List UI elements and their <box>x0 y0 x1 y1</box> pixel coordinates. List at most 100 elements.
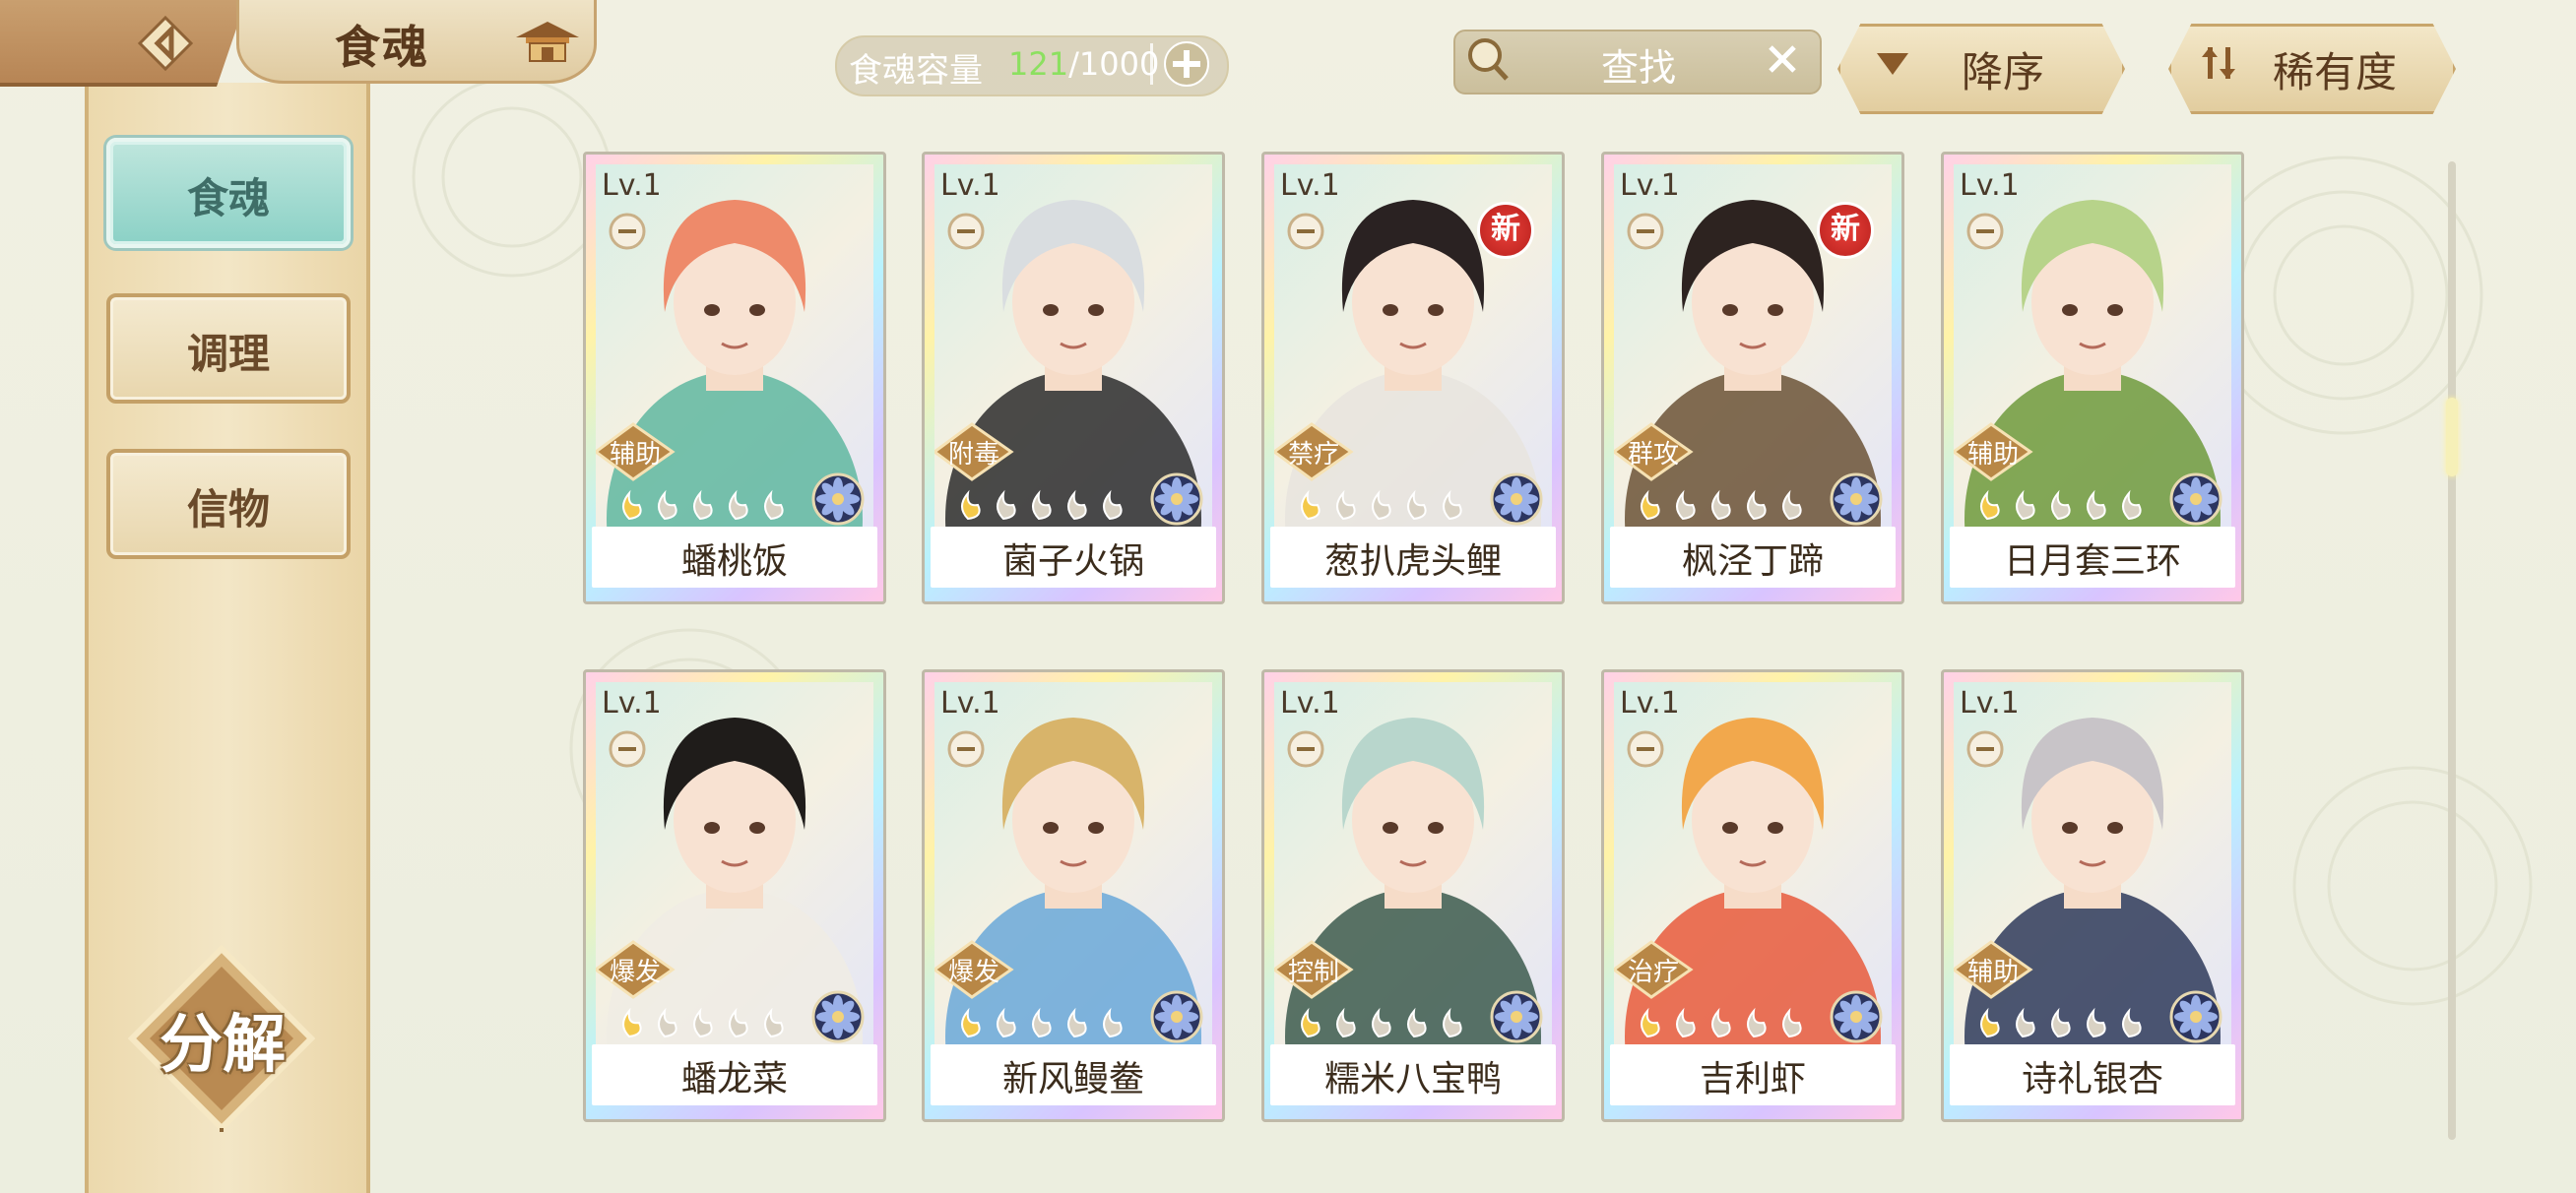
element-emblem-icon <box>2169 990 2222 1043</box>
sort-field-label: 稀有度 <box>2273 48 2398 96</box>
new-badge: 新 <box>1477 202 1534 259</box>
element-emblem-icon <box>1150 472 1203 526</box>
element-emblem-icon <box>1830 990 1883 1043</box>
character-card[interactable]: Lv.1 辅助 日月套三环 <box>1941 152 2244 604</box>
capacity-value: 121/1000 <box>1008 45 1159 83</box>
character-card[interactable]: Lv.1 治疗 吉利虾 <box>1601 669 1904 1122</box>
card-level: Lv.1 <box>1960 686 2020 721</box>
lock-badge-icon[interactable] <box>1626 729 1665 769</box>
home-pavilion-icon[interactable] <box>512 16 583 67</box>
star-rating-icon <box>961 1007 1123 1038</box>
page-title: 食魂 <box>335 21 429 74</box>
lock-badge-icon[interactable] <box>608 212 647 251</box>
star-rating-icon <box>961 489 1123 521</box>
add-capacity-button[interactable] <box>1162 39 1211 89</box>
card-portrait-frame: Lv.1 控制 <box>1274 682 1552 1044</box>
lock-badge-icon[interactable] <box>1626 212 1665 251</box>
sort-descending-icon <box>1877 53 1908 75</box>
lock-badge-icon[interactable] <box>1286 212 1325 251</box>
sort-toggle-icon <box>2202 47 2235 79</box>
sort-order-label: 降序 <box>1962 48 2045 96</box>
character-card[interactable]: Lv.1 控制 糯米八宝鸭 <box>1261 669 1565 1122</box>
capacity-divider <box>1150 43 1153 85</box>
card-level: Lv.1 <box>602 168 662 203</box>
search-placeholder: 查找 <box>1601 46 1677 90</box>
card-level: Lv.1 <box>602 686 662 721</box>
lock-badge-icon[interactable] <box>608 729 647 769</box>
lock-badge-icon[interactable] <box>946 212 986 251</box>
element-emblem-icon <box>811 990 865 1043</box>
star-rating-icon <box>1301 1007 1462 1038</box>
card-name: 吉利虾 <box>1699 1059 1806 1099</box>
capacity-total: /1000 <box>1068 45 1160 83</box>
card-level: Lv.1 <box>940 686 1000 721</box>
card-role: 禁疗 <box>1287 440 1339 470</box>
scrollbar-thumb[interactable] <box>2446 398 2458 476</box>
card-portrait-frame: Lv.1 辅助 <box>596 164 873 527</box>
star-rating-icon <box>1980 489 2142 521</box>
card-portrait-frame: Lv.1 辅助 <box>1954 164 2231 527</box>
card-role: 控制 <box>1287 958 1339 987</box>
tab-label: 食魂 <box>186 174 270 222</box>
card-portrait-frame: Lv.1 新 群攻 <box>1614 164 1892 527</box>
card-name: 糯米八宝鸭 <box>1323 1059 1502 1099</box>
card-portrait-frame: Lv.1 辅助 <box>1954 682 2231 1044</box>
card-role: 爆发 <box>609 958 661 987</box>
card-name: 菌子火锅 <box>1001 541 1144 582</box>
scrollbar-track[interactable] <box>2448 161 2456 1140</box>
card-role: 辅助 <box>609 440 661 470</box>
card-name: 新风鳗鲞 <box>1001 1059 1144 1099</box>
card-portrait-frame: Lv.1 爆发 <box>596 682 873 1044</box>
star-rating-icon <box>1641 1007 1802 1038</box>
capacity-label: 食魂容量 <box>849 51 983 91</box>
card-portrait-frame: Lv.1 治疗 <box>1614 682 1892 1044</box>
card-level: Lv.1 <box>1280 686 1340 721</box>
tab-conditioning[interactable]: 调理 <box>106 293 351 404</box>
card-name: 枫泾丁蹄 <box>1681 541 1824 582</box>
header-back-plate <box>0 0 246 87</box>
character-card[interactable]: Lv.1 辅助 蟠桃饭 <box>583 152 886 604</box>
lock-badge-icon[interactable] <box>1965 729 2005 769</box>
search-icon <box>1468 38 1509 81</box>
card-portrait-frame: Lv.1 附毒 <box>934 164 1212 527</box>
card-level: Lv.1 <box>1280 168 1340 203</box>
tab-tokens[interactable]: 信物 <box>106 449 351 559</box>
character-card[interactable]: Lv.1 爆发 新风鳗鲞 <box>922 669 1225 1122</box>
lock-badge-icon[interactable] <box>946 729 986 769</box>
clear-search-icon[interactable] <box>1763 39 1802 79</box>
lock-badge-icon[interactable] <box>1965 212 2005 251</box>
lock-badge-icon[interactable] <box>1286 729 1325 769</box>
card-portrait-frame: Lv.1 爆发 <box>934 682 1212 1044</box>
star-rating-icon <box>1301 489 1462 521</box>
card-name: 蟠龙菜 <box>680 1059 788 1099</box>
character-card[interactable]: Lv.1 新 禁疗 葱扒虎头鲤 <box>1261 152 1565 604</box>
character-card[interactable]: Lv.1 辅助 诗礼银杏 <box>1941 669 2244 1122</box>
element-emblem-icon <box>2169 472 2222 526</box>
tab-food-soul[interactable]: 食魂 <box>106 138 351 248</box>
card-level: Lv.1 <box>940 168 1000 203</box>
card-name: 诗礼银杏 <box>2021 1059 2163 1099</box>
card-name: 蟠桃饭 <box>680 541 788 582</box>
card-name: 日月套三环 <box>2003 541 2181 582</box>
character-card[interactable]: Lv.1 爆发 蟠龙菜 <box>583 669 886 1122</box>
back-arrow-icon[interactable] <box>136 14 195 73</box>
element-emblem-icon <box>1150 990 1203 1043</box>
element-emblem-icon <box>1830 472 1883 526</box>
card-level: Lv.1 <box>1960 168 2020 203</box>
star-rating-icon <box>622 489 784 521</box>
card-level: Lv.1 <box>1620 686 1680 721</box>
card-role: 附毒 <box>947 440 999 470</box>
card-level: Lv.1 <box>1620 168 1680 203</box>
star-rating-icon <box>1980 1007 2142 1038</box>
element-emblem-icon <box>1490 472 1543 526</box>
character-card[interactable]: Lv.1 附毒 菌子火锅 <box>922 152 1225 604</box>
tab-label: 信物 <box>186 485 270 534</box>
character-card[interactable]: Lv.1 新 群攻 枫泾丁蹄 <box>1601 152 1904 604</box>
card-role: 辅助 <box>1966 440 2019 470</box>
element-emblem-icon <box>1490 990 1543 1043</box>
element-emblem-icon <box>811 472 865 526</box>
card-role: 爆发 <box>947 958 999 987</box>
star-rating-icon <box>1641 489 1802 521</box>
card-name: 葱扒虎头鲤 <box>1323 541 1502 582</box>
card-role: 群攻 <box>1627 440 1679 470</box>
